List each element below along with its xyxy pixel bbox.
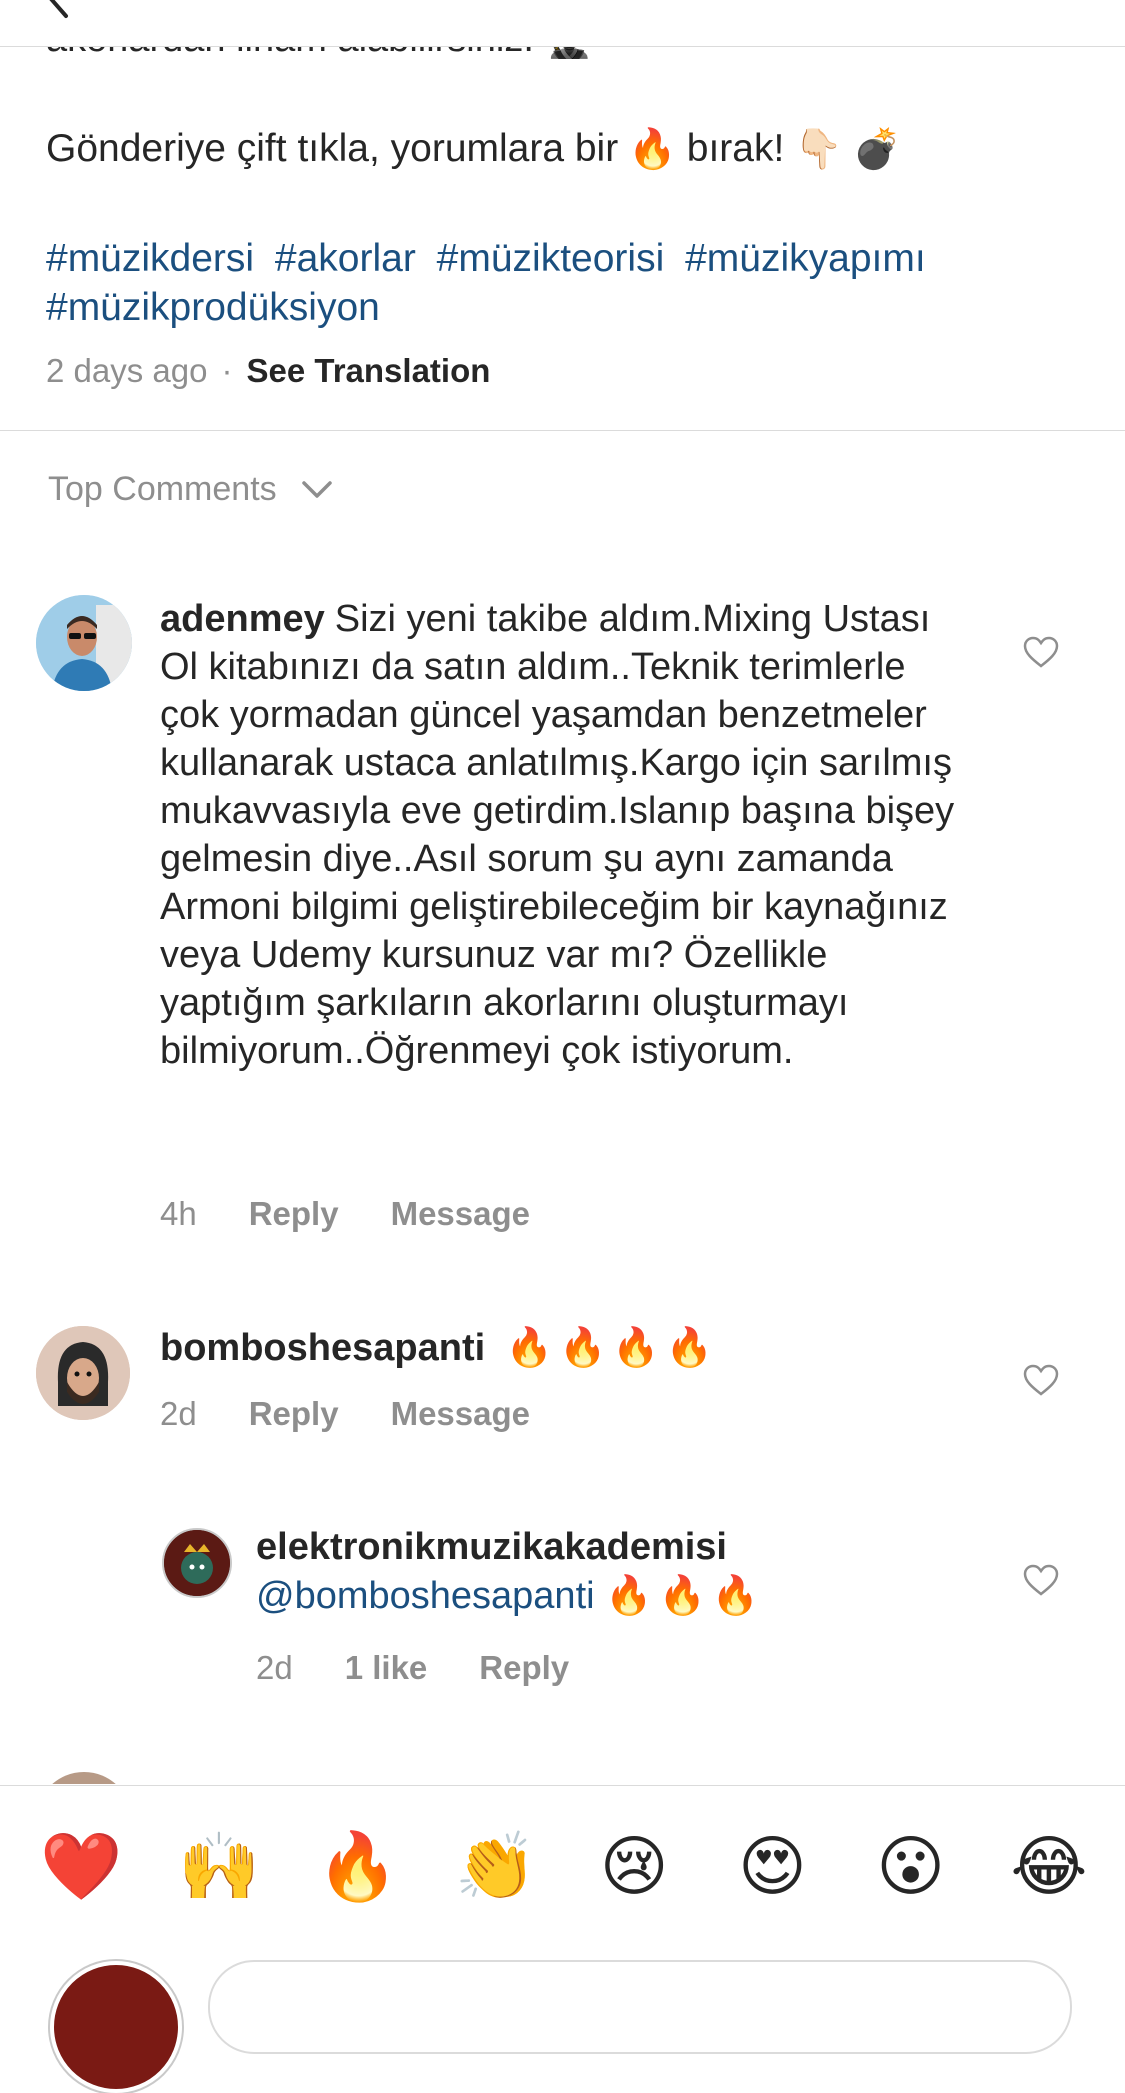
comment-time: 2d [256, 1649, 293, 1686]
crying-reaction[interactable]: 😢 [593, 1828, 675, 1906]
avatar[interactable] [36, 1772, 132, 1784]
likes-count[interactable]: 1 like [345, 1649, 428, 1687]
divider [0, 430, 1125, 431]
avatar[interactable] [36, 595, 132, 691]
user-cartoon-icon [36, 1326, 130, 1420]
reply-button[interactable]: Reply [479, 1649, 569, 1687]
separator-dot: · [221, 352, 233, 389]
comment-actions: 4h Reply Message [160, 1195, 530, 1233]
hashtags: #müzikdersi #akorlar #müzikteorisi #müzi… [46, 234, 1086, 332]
comment-body: elektronikmuzikakademisi @bomboshesapant… [256, 1523, 996, 1620]
like-heart-icon[interactable] [1022, 1363, 1060, 1397]
hashtag-link[interactable]: #müzikprodüksiyon [46, 286, 380, 329]
comment-text: Sizi yeni takibe aldım.Mixing Ustası Ol … [160, 598, 955, 1072]
pointing-down-emoji: 👇🏻 [794, 127, 843, 172]
message-button[interactable]: Message [391, 1395, 530, 1433]
laughing-reaction[interactable]: 😂 [1008, 1828, 1090, 1906]
red-heart-reaction[interactable]: ❤️ [40, 1828, 122, 1906]
top-bar [0, 0, 1125, 47]
caption-meta: 2 days ago · See Translation [46, 352, 490, 390]
comment-body: adenmey Sizi yeni takibe aldım.Mixing Ust… [160, 595, 960, 1075]
comment-time: 2d [160, 1395, 197, 1432]
message-button[interactable]: Message [391, 1195, 530, 1233]
mention-link[interactable]: @bomboshesapanti [256, 1575, 595, 1617]
hashtag-link[interactable]: #müzikyapımı [685, 237, 926, 280]
comment-actions: 2d Reply Message [160, 1395, 530, 1433]
clapping-reaction[interactable]: 👏 [455, 1828, 537, 1906]
hashtag-link[interactable]: #müzikteorisi [437, 237, 665, 280]
comment-username[interactable]: elektronikmuzikakademisi [256, 1523, 986, 1571]
reaction-bar: ❤️ 🙌 🔥 👏 😢 😍 😮 😂 [0, 1785, 1125, 2093]
reply-button[interactable]: Reply [249, 1395, 339, 1433]
comment-username[interactable]: bomboshesapanti [160, 1327, 485, 1369]
comment-input[interactable] [208, 1960, 1072, 2054]
comment-time: 4h [160, 1195, 197, 1232]
comment-body: bomboshesapanti 🔥🔥🔥🔥 [160, 1323, 980, 1372]
avatar[interactable] [162, 1528, 232, 1598]
chevron-down-icon [301, 480, 332, 498]
my-avatar [50, 1961, 182, 2093]
user-portrait-icon [36, 595, 132, 691]
hashtag-link[interactable]: #müzikdersi [46, 237, 254, 280]
comment-actions: 2d 1 like Reply [256, 1649, 569, 1687]
comment-username[interactable]: adenmey [160, 598, 325, 640]
hashtag-link[interactable]: #akorlar [275, 237, 416, 280]
comment-partial [0, 1772, 1125, 1784]
like-heart-icon[interactable] [1022, 635, 1060, 669]
comment-text: 🔥🔥🔥🔥 [505, 1325, 719, 1369]
top-comments-dropdown[interactable]: Top Comments [48, 470, 333, 509]
avatar[interactable] [36, 1326, 130, 1420]
post-time: 2 days ago [46, 352, 208, 389]
caption-cta-line: Gönderiye çift tıkla, yorumlara bir 🔥 bı… [46, 127, 902, 172]
reply-button[interactable]: Reply [249, 1195, 339, 1233]
heart-eyes-reaction[interactable]: 😍 [731, 1828, 813, 1906]
see-translation-link[interactable]: See Translation [246, 352, 490, 390]
back-arrow-icon[interactable] [40, 0, 80, 20]
fire-reaction[interactable]: 🔥 [317, 1828, 399, 1906]
reaction-row: ❤️ 🙌 🔥 👏 😢 😍 😮 😂 [40, 1828, 1090, 1906]
top-comments-label: Top Comments [48, 470, 277, 508]
fire-emoji: 🔥 [628, 127, 677, 172]
brand-logo-icon [164, 1530, 230, 1596]
surprised-reaction[interactable]: 😮 [870, 1828, 952, 1906]
like-heart-icon[interactable] [1022, 1563, 1060, 1597]
raising-hands-reaction[interactable]: 🙌 [178, 1828, 260, 1906]
bomb-emoji: 💣 [852, 127, 902, 172]
comment-text: 🔥🔥🔥 [605, 1573, 766, 1617]
